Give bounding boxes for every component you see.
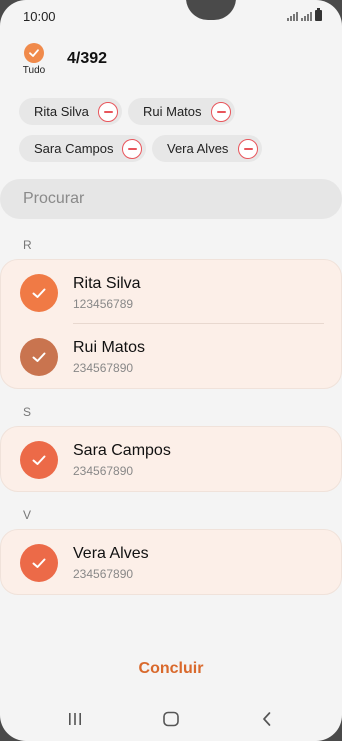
home-icon[interactable] — [159, 709, 183, 729]
checked-icon[interactable] — [20, 274, 58, 312]
contact-number: 234567890 — [73, 464, 134, 478]
chip-vera-alves: Vera Alves — [152, 135, 262, 162]
chip-rita-silva: Rita Silva — [19, 98, 122, 125]
contact-name: Sara Campos — [73, 442, 171, 459]
contact-name: Rui Matos — [73, 339, 146, 356]
battery-icon — [315, 8, 322, 21]
recent-apps-icon[interactable] — [63, 709, 87, 729]
section-header-s: S — [23, 405, 32, 419]
checked-icon[interactable] — [20, 338, 58, 376]
navigation-bar — [0, 705, 342, 733]
contact-item-vera-alves[interactable]: Vera Alves 234567890 — [1, 530, 342, 594]
back-icon[interactable] — [255, 709, 279, 729]
search-input[interactable] — [0, 179, 342, 219]
section-header-v: V — [23, 508, 32, 522]
remove-icon[interactable] — [238, 138, 258, 159]
contact-item-rui-matos[interactable]: Rui Matos 234567890 — [1, 324, 342, 388]
chip-label: Vera Alves — [167, 141, 229, 156]
contact-group-r: Rita Silva 123456789 Rui Matos 234567890 — [0, 259, 342, 389]
status-time: 10:00 — [23, 9, 56, 24]
select-all-label: Tudo — [22, 65, 46, 76]
contact-group-v: Vera Alves 234567890 — [0, 529, 342, 595]
contact-number: 234567890 — [73, 361, 134, 375]
select-all-check-icon — [24, 43, 44, 63]
remove-icon[interactable] — [211, 101, 231, 122]
signal-icon-2 — [301, 11, 312, 21]
contact-name: Rita Silva — [73, 275, 141, 292]
contact-item-rita-silva[interactable]: Rita Silva 123456789 — [1, 260, 342, 324]
chip-label: Sara Campos — [34, 141, 114, 156]
contact-number: 123456789 — [73, 297, 134, 311]
checked-icon[interactable] — [20, 544, 58, 582]
select-all-toggle[interactable]: Tudo — [20, 43, 48, 76]
checked-icon[interactable] — [20, 441, 58, 479]
status-icons — [287, 8, 322, 21]
selected-count: 4/392 — [67, 50, 108, 67]
chip-label: Rita Silva — [34, 104, 89, 119]
section-header-r: R — [23, 238, 32, 252]
chip-rui-matos: Rui Matos — [128, 98, 235, 125]
contact-item-sara-campos[interactable]: Sara Campos 234567890 — [1, 427, 342, 491]
chip-sara-campos: Sara Campos — [19, 135, 146, 162]
contact-group-s: Sara Campos 234567890 — [0, 426, 342, 492]
chip-label: Rui Matos — [143, 104, 202, 119]
contact-number: 234567890 — [73, 567, 134, 581]
remove-icon[interactable] — [122, 138, 142, 159]
contact-name: Vera Alves — [73, 545, 149, 562]
phone-screen: 10:00 Tudo 4/392 Rita Silva Rui Matos Sa… — [0, 0, 342, 741]
done-button[interactable]: Concluir — [0, 660, 342, 678]
status-bar: 10:00 — [23, 8, 322, 26]
signal-icon — [287, 11, 298, 21]
remove-icon[interactable] — [98, 101, 118, 122]
